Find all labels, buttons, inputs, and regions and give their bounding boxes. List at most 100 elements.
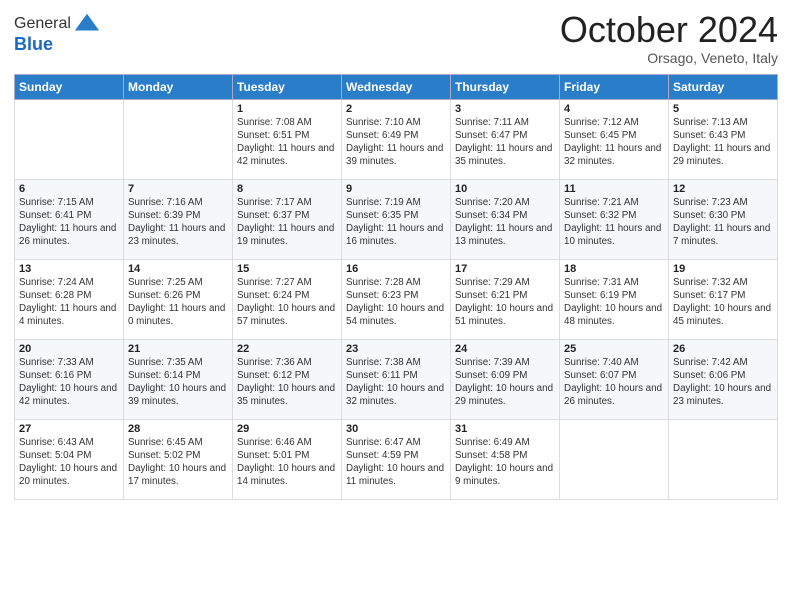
table-row: 22Sunrise: 7:36 AM Sunset: 6:12 PM Dayli… [233, 339, 342, 419]
table-row: 20Sunrise: 7:33 AM Sunset: 6:16 PM Dayli… [15, 339, 124, 419]
table-row [669, 419, 778, 499]
day-info: Sunrise: 6:43 AM Sunset: 5:04 PM Dayligh… [19, 436, 119, 489]
calendar-week-5: 27Sunrise: 6:43 AM Sunset: 5:04 PM Dayli… [15, 419, 778, 499]
calendar-week-2: 6Sunrise: 7:15 AM Sunset: 6:41 PM Daylig… [15, 179, 778, 259]
calendar-week-4: 20Sunrise: 7:33 AM Sunset: 6:16 PM Dayli… [15, 339, 778, 419]
table-row: 16Sunrise: 7:28 AM Sunset: 6:23 PM Dayli… [342, 259, 451, 339]
logo-icon [73, 10, 101, 38]
day-info: Sunrise: 7:17 AM Sunset: 6:37 PM Dayligh… [237, 196, 337, 249]
day-number: 24 [455, 343, 555, 355]
day-number: 13 [19, 263, 119, 275]
table-row: 11Sunrise: 7:21 AM Sunset: 6:32 PM Dayli… [560, 179, 669, 259]
table-row: 3Sunrise: 7:11 AM Sunset: 6:47 PM Daylig… [451, 99, 560, 179]
table-row: 18Sunrise: 7:31 AM Sunset: 6:19 PM Dayli… [560, 259, 669, 339]
day-info: Sunrise: 7:25 AM Sunset: 6:26 PM Dayligh… [128, 276, 228, 329]
page-container: General Blue October 2024 Orsago, Veneto… [0, 0, 792, 510]
day-info: Sunrise: 7:08 AM Sunset: 6:51 PM Dayligh… [237, 116, 337, 169]
day-info: Sunrise: 7:40 AM Sunset: 6:07 PM Dayligh… [564, 356, 664, 409]
day-number: 19 [673, 263, 773, 275]
day-info: Sunrise: 7:15 AM Sunset: 6:41 PM Dayligh… [19, 196, 119, 249]
table-row: 19Sunrise: 7:32 AM Sunset: 6:17 PM Dayli… [669, 259, 778, 339]
table-row: 23Sunrise: 7:38 AM Sunset: 6:11 PM Dayli… [342, 339, 451, 419]
location: Orsago, Veneto, Italy [560, 50, 778, 66]
day-info: Sunrise: 7:10 AM Sunset: 6:49 PM Dayligh… [346, 116, 446, 169]
day-number: 20 [19, 343, 119, 355]
table-row [124, 99, 233, 179]
day-number: 18 [564, 263, 664, 275]
day-info: Sunrise: 6:47 AM Sunset: 4:59 PM Dayligh… [346, 436, 446, 489]
calendar-week-3: 13Sunrise: 7:24 AM Sunset: 6:28 PM Dayli… [15, 259, 778, 339]
month-title: October 2024 [560, 10, 778, 50]
day-number: 9 [346, 183, 446, 195]
table-row: 9Sunrise: 7:19 AM Sunset: 6:35 PM Daylig… [342, 179, 451, 259]
table-row: 15Sunrise: 7:27 AM Sunset: 6:24 PM Dayli… [233, 259, 342, 339]
day-info: Sunrise: 7:27 AM Sunset: 6:24 PM Dayligh… [237, 276, 337, 329]
col-friday: Friday [560, 74, 669, 99]
day-number: 6 [19, 183, 119, 195]
col-sunday: Sunday [15, 74, 124, 99]
day-number: 30 [346, 423, 446, 435]
day-info: Sunrise: 6:46 AM Sunset: 5:01 PM Dayligh… [237, 436, 337, 489]
col-tuesday: Tuesday [233, 74, 342, 99]
table-row: 24Sunrise: 7:39 AM Sunset: 6:09 PM Dayli… [451, 339, 560, 419]
day-number: 10 [455, 183, 555, 195]
day-number: 17 [455, 263, 555, 275]
table-row: 17Sunrise: 7:29 AM Sunset: 6:21 PM Dayli… [451, 259, 560, 339]
day-number: 3 [455, 103, 555, 115]
calendar-table: Sunday Monday Tuesday Wednesday Thursday… [14, 74, 778, 500]
col-saturday: Saturday [669, 74, 778, 99]
table-row [560, 419, 669, 499]
table-row: 13Sunrise: 7:24 AM Sunset: 6:28 PM Dayli… [15, 259, 124, 339]
day-info: Sunrise: 7:12 AM Sunset: 6:45 PM Dayligh… [564, 116, 664, 169]
table-row: 28Sunrise: 6:45 AM Sunset: 5:02 PM Dayli… [124, 419, 233, 499]
day-number: 21 [128, 343, 228, 355]
table-row: 1Sunrise: 7:08 AM Sunset: 6:51 PM Daylig… [233, 99, 342, 179]
calendar-week-1: 1Sunrise: 7:08 AM Sunset: 6:51 PM Daylig… [15, 99, 778, 179]
day-info: Sunrise: 7:31 AM Sunset: 6:19 PM Dayligh… [564, 276, 664, 329]
day-number: 25 [564, 343, 664, 355]
day-info: Sunrise: 6:49 AM Sunset: 4:58 PM Dayligh… [455, 436, 555, 489]
day-number: 8 [237, 183, 337, 195]
day-info: Sunrise: 7:28 AM Sunset: 6:23 PM Dayligh… [346, 276, 446, 329]
table-row: 2Sunrise: 7:10 AM Sunset: 6:49 PM Daylig… [342, 99, 451, 179]
day-number: 29 [237, 423, 337, 435]
day-info: Sunrise: 7:24 AM Sunset: 6:28 PM Dayligh… [19, 276, 119, 329]
table-row: 31Sunrise: 6:49 AM Sunset: 4:58 PM Dayli… [451, 419, 560, 499]
day-number: 16 [346, 263, 446, 275]
day-info: Sunrise: 7:42 AM Sunset: 6:06 PM Dayligh… [673, 356, 773, 409]
day-number: 31 [455, 423, 555, 435]
table-row: 26Sunrise: 7:42 AM Sunset: 6:06 PM Dayli… [669, 339, 778, 419]
table-row: 4Sunrise: 7:12 AM Sunset: 6:45 PM Daylig… [560, 99, 669, 179]
day-info: Sunrise: 7:29 AM Sunset: 6:21 PM Dayligh… [455, 276, 555, 329]
title-block: October 2024 Orsago, Veneto, Italy [560, 10, 778, 66]
day-info: Sunrise: 7:39 AM Sunset: 6:09 PM Dayligh… [455, 356, 555, 409]
table-row: 14Sunrise: 7:25 AM Sunset: 6:26 PM Dayli… [124, 259, 233, 339]
day-info: Sunrise: 7:21 AM Sunset: 6:32 PM Dayligh… [564, 196, 664, 249]
day-info: Sunrise: 7:36 AM Sunset: 6:12 PM Dayligh… [237, 356, 337, 409]
table-row: 21Sunrise: 7:35 AM Sunset: 6:14 PM Dayli… [124, 339, 233, 419]
day-number: 7 [128, 183, 228, 195]
day-number: 14 [128, 263, 228, 275]
calendar-header-row: Sunday Monday Tuesday Wednesday Thursday… [15, 74, 778, 99]
day-info: Sunrise: 6:45 AM Sunset: 5:02 PM Dayligh… [128, 436, 228, 489]
logo: General Blue [14, 10, 101, 55]
day-number: 27 [19, 423, 119, 435]
day-info: Sunrise: 7:23 AM Sunset: 6:30 PM Dayligh… [673, 196, 773, 249]
table-row: 29Sunrise: 6:46 AM Sunset: 5:01 PM Dayli… [233, 419, 342, 499]
day-number: 26 [673, 343, 773, 355]
day-info: Sunrise: 7:19 AM Sunset: 6:35 PM Dayligh… [346, 196, 446, 249]
day-number: 4 [564, 103, 664, 115]
table-row: 10Sunrise: 7:20 AM Sunset: 6:34 PM Dayli… [451, 179, 560, 259]
day-number: 12 [673, 183, 773, 195]
table-row: 25Sunrise: 7:40 AM Sunset: 6:07 PM Dayli… [560, 339, 669, 419]
col-thursday: Thursday [451, 74, 560, 99]
day-info: Sunrise: 7:20 AM Sunset: 6:34 PM Dayligh… [455, 196, 555, 249]
table-row: 12Sunrise: 7:23 AM Sunset: 6:30 PM Dayli… [669, 179, 778, 259]
table-row [15, 99, 124, 179]
day-info: Sunrise: 7:35 AM Sunset: 6:14 PM Dayligh… [128, 356, 228, 409]
col-wednesday: Wednesday [342, 74, 451, 99]
day-number: 2 [346, 103, 446, 115]
logo-general-text: General [14, 15, 71, 33]
header: General Blue October 2024 Orsago, Veneto… [14, 10, 778, 66]
day-info: Sunrise: 7:38 AM Sunset: 6:11 PM Dayligh… [346, 356, 446, 409]
